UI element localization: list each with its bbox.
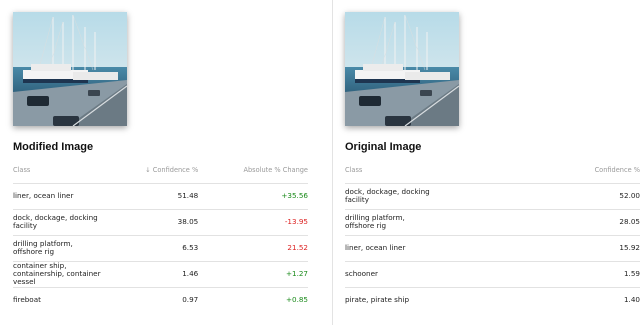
class-column-header: Class bbox=[13, 158, 108, 184]
harbor-photo-icon bbox=[13, 12, 127, 126]
class-cell: drilling platform, offshore rig bbox=[13, 235, 108, 262]
original-image-title: Original Image bbox=[345, 141, 422, 153]
confidence-cell: 51.48 bbox=[108, 183, 199, 210]
table-row: pirate, pirate ship 1.40 bbox=[345, 287, 640, 313]
change-cell: +1.27 bbox=[198, 261, 308, 288]
original-image-thumbnail[interactable] bbox=[345, 12, 459, 126]
class-cell: schooner bbox=[345, 261, 440, 288]
confidence-cell: 28.05 bbox=[440, 209, 640, 236]
confidence-cell: 15.92 bbox=[440, 235, 640, 262]
table-row: drilling platform, offshore rig 6.53 21.52 bbox=[13, 235, 308, 262]
change-cell: 21.52 bbox=[198, 235, 308, 262]
table-row: container ship, containership, container… bbox=[13, 261, 308, 288]
class-cell: drilling platform, offshore rig bbox=[345, 209, 440, 236]
original-image-panel: Original Image Class Confidence % dock, … bbox=[333, 0, 640, 325]
modified-image-panel: Modified Image Class ↓ Confidence % Abso… bbox=[0, 0, 332, 325]
confidence-cell: 38.05 bbox=[108, 209, 199, 236]
confidence-cell: 1.59 bbox=[440, 261, 640, 288]
confidence-column-header: Confidence % bbox=[440, 158, 640, 184]
modified-image-thumbnail[interactable] bbox=[13, 12, 127, 126]
table-row: dock, dockage, docking facility 38.05 -13.… bbox=[13, 209, 308, 236]
table-row: drilling platform, offshore rig 28.05 bbox=[345, 209, 640, 236]
modified-image-title: Modified Image bbox=[13, 141, 94, 153]
modified-predictions-table: Class ↓ Confidence % Absolute % Change l… bbox=[13, 158, 308, 313]
confidence-column-header[interactable]: ↓ Confidence % bbox=[108, 158, 199, 184]
table-header-row: Class ↓ Confidence % Absolute % Change bbox=[13, 158, 308, 184]
table-header-row: Class Confidence % bbox=[345, 158, 640, 184]
change-cell: +35.56 bbox=[198, 183, 308, 210]
table-row: liner, ocean liner 15.92 bbox=[345, 235, 640, 262]
class-column-header: Class bbox=[345, 158, 440, 184]
confidence-cell: 1.40 bbox=[623, 295, 640, 305]
change-column-header: Absolute % Change bbox=[198, 158, 308, 184]
table-row: fireboat 0.97 +0.85 bbox=[13, 287, 308, 313]
change-cell: +0.85 bbox=[285, 295, 308, 305]
class-cell: liner, ocean liner bbox=[13, 183, 108, 210]
table-row: schooner 1.59 bbox=[345, 261, 640, 288]
class-cell: liner, ocean liner bbox=[345, 235, 440, 262]
class-cell: dock, dockage, docking facility bbox=[13, 209, 108, 236]
confidence-cell: 1.46 bbox=[108, 261, 199, 288]
class-cell: pirate, pirate ship bbox=[345, 295, 410, 305]
confidence-cell: 6.53 bbox=[108, 235, 199, 262]
class-cell: container ship, containership, container… bbox=[13, 261, 108, 288]
table-row: dock, dockage, docking facility 52.00 bbox=[345, 183, 640, 210]
class-cell: dock, dockage, docking facility bbox=[345, 183, 440, 210]
harbor-photo-icon bbox=[345, 12, 459, 126]
change-cell: -13.95 bbox=[198, 209, 308, 236]
original-predictions-table: Class Confidence % dock, dockage, dockin… bbox=[345, 158, 640, 313]
confidence-cell: 52.00 bbox=[440, 183, 640, 210]
confidence-cell: 0.97 bbox=[182, 295, 199, 305]
class-cell: fireboat bbox=[13, 295, 41, 305]
table-row: liner, ocean liner 51.48 +35.56 bbox=[13, 183, 308, 210]
